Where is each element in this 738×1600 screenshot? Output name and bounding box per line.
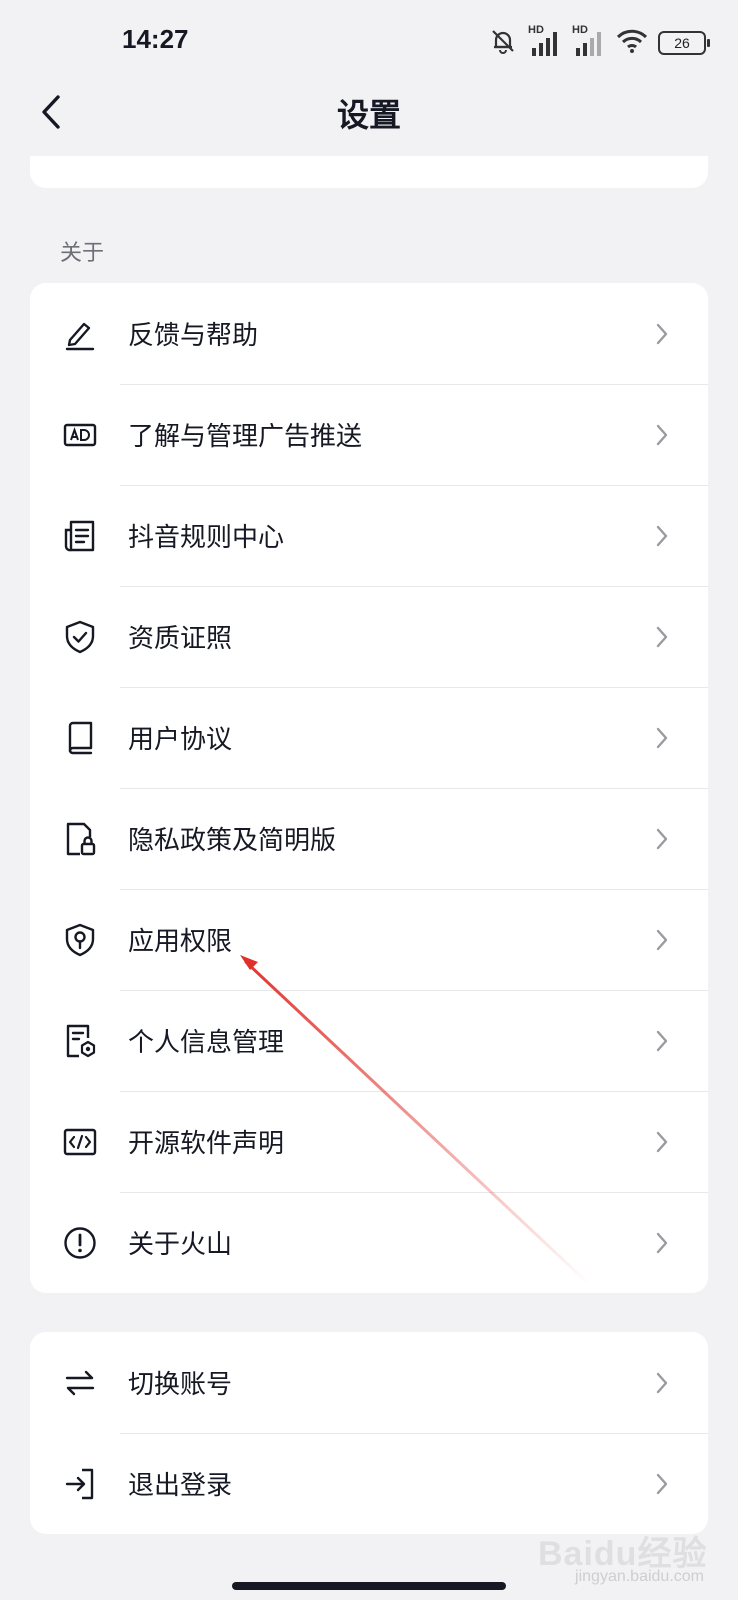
edit-pen-icon bbox=[60, 314, 100, 354]
settings-item-open-source[interactable]: 开源软件声明 bbox=[30, 1091, 708, 1192]
chevron-right-icon bbox=[650, 524, 674, 548]
status-icons: HD HD 26 bbox=[488, 24, 710, 60]
mute-bell-icon bbox=[488, 26, 518, 60]
chevron-right-icon bbox=[650, 1029, 674, 1053]
settings-item-privacy-policy[interactable]: 隐私政策及简明版 bbox=[30, 788, 708, 889]
watermark-site: jingyan.baidu.com bbox=[575, 1568, 704, 1585]
settings-item-ad-management[interactable]: 了解与管理广告推送 bbox=[30, 384, 708, 485]
chevron-right-icon bbox=[650, 827, 674, 851]
signal-icon: HD bbox=[572, 24, 606, 58]
status-time: 14:27 bbox=[122, 24, 189, 54]
shield-check-icon bbox=[60, 617, 100, 657]
nav-bar: 设置 bbox=[0, 80, 738, 144]
account-card: 切换账号 退出登录 bbox=[30, 1332, 708, 1534]
settings-item-label: 切换账号 bbox=[128, 1370, 233, 1400]
settings-item-feedback[interactable]: 反馈与帮助 bbox=[30, 283, 708, 384]
settings-item-label: 用户协议 bbox=[128, 725, 233, 755]
chevron-right-icon bbox=[650, 928, 674, 952]
home-indicator[interactable] bbox=[232, 1582, 506, 1590]
settings-item-label: 隐私政策及简明版 bbox=[128, 826, 337, 856]
chevron-right-icon bbox=[650, 726, 674, 750]
settings-item-rules-center[interactable]: 抖音规则中心 bbox=[30, 485, 708, 586]
settings-item-personal-info[interactable]: 个人信息管理 bbox=[30, 990, 708, 1091]
swap-arrows-icon bbox=[60, 1363, 100, 1403]
status-bar: 14:27 HD HD 26 bbox=[0, 0, 738, 84]
settings-item-label: 个人信息管理 bbox=[128, 1028, 285, 1058]
info-exclamation-icon bbox=[60, 1223, 100, 1263]
code-icon bbox=[60, 1122, 100, 1162]
chevron-right-icon bbox=[650, 1130, 674, 1154]
settings-item-label: 开源软件声明 bbox=[128, 1129, 285, 1159]
section-label-about: 关于 bbox=[60, 241, 105, 266]
chevron-right-icon bbox=[650, 322, 674, 346]
settings-item-label: 应用权限 bbox=[128, 927, 233, 957]
settings-item-user-agreement[interactable]: 用户协议 bbox=[30, 687, 708, 788]
book-icon bbox=[60, 718, 100, 758]
permission-shield-icon bbox=[60, 920, 100, 960]
personal-info-icon bbox=[60, 1021, 100, 1061]
settings-item-app-permissions[interactable]: 应用权限 bbox=[30, 889, 708, 990]
settings-item-switch-account[interactable]: 切换账号 bbox=[30, 1332, 708, 1433]
settings-item-qualifications[interactable]: 资质证照 bbox=[30, 586, 708, 687]
settings-item-label: 资质证照 bbox=[128, 624, 233, 654]
page-title: 设置 bbox=[336, 96, 401, 134]
privacy-lock-icon bbox=[60, 819, 100, 859]
chevron-right-icon bbox=[650, 423, 674, 447]
logout-icon bbox=[60, 1464, 100, 1504]
settings-item-label: 退出登录 bbox=[128, 1471, 233, 1501]
baidu-watermark: Baidu经验 jingyan.baidu.com bbox=[538, 1520, 708, 1590]
signal-icon: HD bbox=[528, 24, 562, 58]
settings-card-previous bbox=[30, 156, 708, 188]
document-list-icon bbox=[60, 516, 100, 556]
settings-item-label: 反馈与帮助 bbox=[128, 321, 259, 351]
settings-item-label: 关于火山 bbox=[128, 1230, 233, 1260]
wifi-icon bbox=[616, 28, 648, 58]
settings-item-label: 了解与管理广告推送 bbox=[128, 422, 363, 452]
battery-level: 26 bbox=[674, 35, 690, 51]
settings-item-about-huoshan[interactable]: 关于火山 bbox=[30, 1192, 708, 1293]
chevron-right-icon bbox=[650, 625, 674, 649]
battery-icon: 26 bbox=[658, 31, 710, 55]
chevron-right-icon bbox=[650, 1371, 674, 1395]
about-card: 反馈与帮助 了解与管理广告推送 抖音规则中心 资质证照 用户协议 隐私政策及简明… bbox=[30, 283, 708, 1293]
settings-item-logout[interactable]: 退出登录 bbox=[30, 1433, 708, 1534]
ad-icon bbox=[60, 415, 100, 455]
chevron-right-icon bbox=[650, 1231, 674, 1255]
chevron-right-icon bbox=[650, 1472, 674, 1496]
settings-item-label: 抖音规则中心 bbox=[128, 523, 285, 553]
